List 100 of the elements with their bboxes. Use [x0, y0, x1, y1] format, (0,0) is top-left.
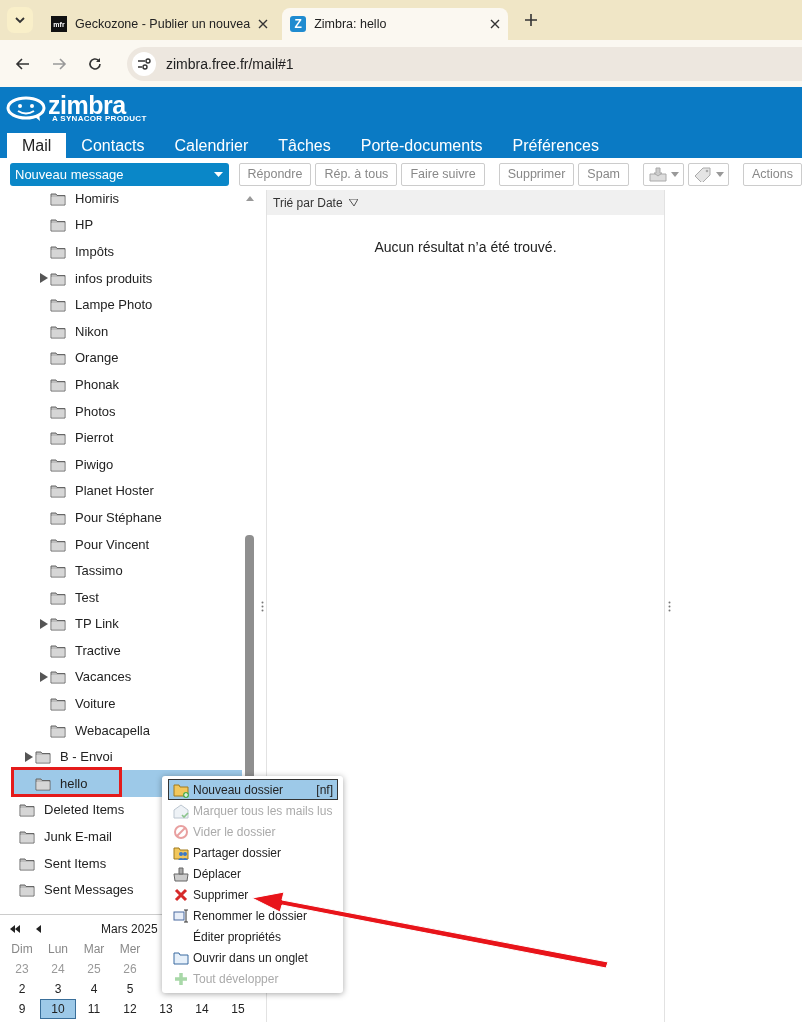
folder-item[interactable]: Impôts	[0, 238, 242, 265]
folder-icon	[50, 217, 66, 233]
toolbar-button[interactable]: Spam	[578, 162, 629, 186]
folder-item[interactable]: Planet Hoster	[0, 477, 242, 505]
basket-icon	[173, 865, 189, 882]
sort-label[interactable]: Trié par Date	[273, 195, 343, 210]
folder-icon	[19, 802, 35, 818]
plus-icon	[173, 970, 189, 987]
calendar-day[interactable]: 10	[40, 999, 76, 1019]
folder-item[interactable]: Homiris	[0, 190, 242, 212]
folder-item[interactable]: Lampe Photo	[0, 291, 242, 318]
folder-icon	[50, 483, 66, 499]
folder-item[interactable]: Test	[0, 583, 242, 611]
calendar-day[interactable]: 9	[4, 999, 40, 1019]
app-tab[interactable]: Mail	[7, 133, 67, 158]
app-tab[interactable]: Contacts	[66, 133, 160, 158]
folder-item[interactable]: Tractive	[0, 637, 242, 664]
toolbar-button[interactable]: Actions	[743, 162, 802, 186]
folder-item[interactable]: Pour Stéphane	[0, 504, 242, 531]
folder-icon	[35, 749, 51, 765]
folder-icon	[50, 350, 66, 366]
folder-icon	[50, 563, 66, 579]
folder-item[interactable]: Orange	[0, 344, 242, 372]
calendar-day[interactable]: 2	[4, 979, 40, 999]
calendar-day[interactable]: 12	[112, 999, 148, 1019]
app-tab[interactable]: Porte-documents	[345, 133, 498, 158]
folder-item[interactable]: B - Envoi	[0, 743, 242, 771]
empty-message: Aucun résultat n’a été trouvé.	[373, 239, 558, 255]
previous-year-icon	[10, 925, 20, 933]
app-tab[interactable]: Préférences	[497, 133, 614, 158]
folder-item[interactable]: TP Link	[0, 610, 242, 638]
close-icon	[490, 19, 501, 29]
folder-outline-icon	[173, 949, 189, 966]
calendar-day[interactable]: 3	[40, 979, 76, 999]
logo-text: zimbra	[48, 95, 127, 115]
move-menu-button[interactable]	[643, 162, 684, 186]
menu-item[interactable]: Ouvrir dans un onglet	[168, 947, 338, 968]
browser-tab[interactable]: Z Zimbra: hello	[282, 8, 509, 40]
toolbar-button[interactable]: Rép. à tous	[315, 162, 398, 186]
folder-icon	[19, 855, 35, 871]
new-message-button[interactable]: Nouveau message	[10, 162, 229, 186]
folder-icon	[50, 669, 66, 685]
folder-item[interactable]: Voiture	[0, 690, 242, 717]
menu-item[interactable]: Nouveau dossier [nf]	[168, 779, 338, 800]
tag-menu-button[interactable]	[688, 162, 729, 186]
calendar-day[interactable]: 4	[76, 979, 112, 999]
folder-item[interactable]: Webacapella	[0, 716, 242, 744]
new-folder-icon	[173, 781, 189, 798]
basket-icon	[648, 166, 668, 182]
toolbar-button[interactable]: Faire suivre	[401, 162, 485, 186]
folder-item[interactable]: HP	[0, 211, 242, 239]
splitter-handle-icon	[667, 600, 671, 612]
favicon: Z	[290, 16, 307, 32]
splitter-handle-icon	[260, 600, 264, 612]
rename-icon	[173, 907, 189, 924]
app-tab[interactable]: Calendrier	[159, 133, 264, 158]
folder-icon	[50, 270, 66, 286]
calendar-day[interactable]: 11	[76, 999, 112, 1019]
calendar-day[interactable]: 5	[112, 979, 148, 999]
folder-item[interactable]: Phonak	[0, 371, 242, 398]
folder-icon	[50, 642, 66, 658]
folder-item[interactable]: Vacances	[0, 663, 242, 691]
weekday-label: Lun	[47, 942, 69, 956]
app-tab[interactable]: Tâches	[263, 133, 346, 158]
calendar-day[interactable]: 15	[220, 999, 256, 1019]
menu-item[interactable]: Partager dossier	[168, 842, 338, 863]
folder-item[interactable]: Nikon	[0, 317, 242, 345]
folder-item[interactable]: Photos	[0, 397, 242, 425]
menu-item[interactable]: Supprimer	[168, 884, 338, 905]
folder-icon	[35, 775, 51, 791]
folder-item[interactable]: Piwigo	[0, 450, 242, 478]
calendar-day[interactable]: 14	[184, 999, 220, 1019]
site-settings-icon	[132, 51, 156, 76]
folder-item[interactable]: Pour Vincent	[0, 530, 242, 558]
folder-icon	[50, 722, 66, 738]
folder-item[interactable]: infos produits	[0, 264, 242, 292]
new-tab-icon	[524, 13, 539, 27]
folder-icon	[50, 376, 66, 392]
address-bar[interactable]: zimbra.free.fr/mail#1	[127, 46, 802, 81]
menu-item[interactable]: Éditer propriétés	[168, 926, 338, 947]
folder-icon	[50, 297, 66, 313]
sort-icon	[348, 199, 358, 206]
toolbar-button[interactable]: Répondre	[238, 162, 312, 186]
folder-icon	[50, 403, 66, 419]
calendar-day[interactable]: 13	[148, 999, 184, 1019]
previous-month-icon	[36, 925, 41, 933]
url-text: zimbra.free.fr/mail#1	[166, 55, 294, 72]
folder-icon	[50, 244, 66, 259]
dropdown-icon	[7, 7, 33, 33]
folder-icon	[19, 829, 35, 845]
prohibited-icon	[173, 823, 189, 840]
folder-item[interactable]: Tassimo	[0, 557, 242, 584]
menu-item[interactable]: Renommer le dossier	[168, 905, 338, 926]
caret-icon	[213, 171, 223, 177]
forward-icon	[51, 55, 67, 72]
folder-item[interactable]: Pierrot	[0, 424, 242, 451]
folder-icon	[50, 430, 66, 446]
menu-item[interactable]: Déplacer	[168, 863, 338, 884]
folder-icon	[50, 589, 66, 605]
toolbar-button[interactable]: Supprimer	[498, 162, 575, 186]
